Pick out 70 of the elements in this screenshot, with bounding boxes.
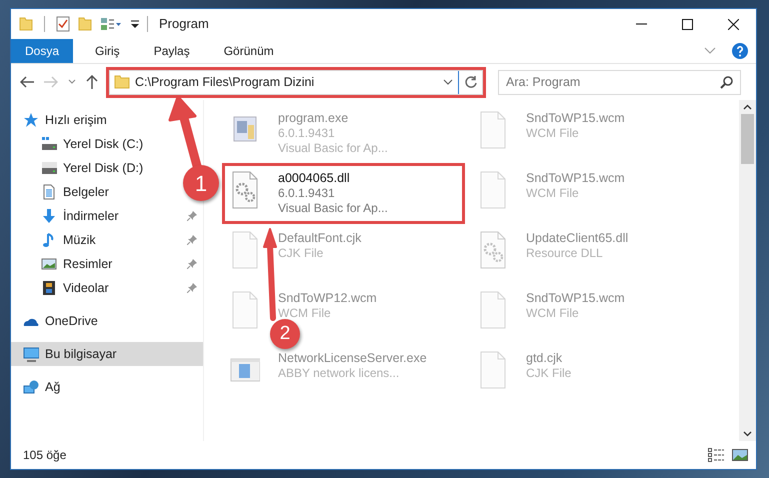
sidebar-item[interactable]: Videolar bbox=[11, 276, 203, 300]
gear-file-icon bbox=[230, 171, 260, 209]
sidebar-item[interactable]: Belgeler bbox=[11, 180, 115, 204]
file-detail: WCM File bbox=[526, 186, 580, 201]
sidebar-item[interactable]: Bu bilgisayar bbox=[11, 342, 203, 366]
monitor-icon bbox=[23, 346, 39, 362]
ribbon-tab[interactable]: Dosya bbox=[11, 39, 74, 63]
file-detail: CJK File bbox=[278, 246, 324, 261]
window-title: Program bbox=[159, 15, 209, 34]
file-detail: WCM File bbox=[278, 306, 332, 321]
help-icon[interactable] bbox=[732, 43, 748, 59]
file-detail: CJK File bbox=[526, 366, 572, 381]
search-field[interactable]: Ara: Program bbox=[498, 70, 741, 94]
customize-dropdown-icon[interactable] bbox=[130, 19, 140, 29]
sidebar-item[interactable]: Müzik bbox=[11, 228, 203, 252]
sidebar-item[interactable]: Yerel Disk (D:) bbox=[11, 156, 150, 180]
pin-icon[interactable] bbox=[187, 235, 197, 245]
pin-icon[interactable] bbox=[187, 283, 197, 293]
drive-icon bbox=[41, 136, 57, 152]
sidebar-item[interactable]: İndirmeler bbox=[11, 204, 203, 228]
sidebar-item[interactable]: Yerel Disk (C:) bbox=[11, 132, 150, 156]
sidebar-item[interactable]: OneDrive bbox=[11, 309, 104, 333]
ribbon-tab[interactable]: Giriş bbox=[83, 39, 132, 63]
sidebar-item[interactable]: Ağ bbox=[11, 375, 66, 399]
dropdown-icon[interactable] bbox=[443, 78, 453, 86]
minimize-icon bbox=[636, 23, 646, 25]
drive-icon bbox=[41, 160, 57, 176]
picture-icon bbox=[41, 256, 57, 272]
sidebar-item[interactable]: Resimler bbox=[11, 252, 203, 276]
pin-icon[interactable] bbox=[187, 211, 197, 221]
pin-icon[interactable] bbox=[187, 259, 197, 269]
maximize-icon bbox=[682, 18, 692, 30]
file-detail: Resource DLL bbox=[526, 246, 604, 261]
layout-icon[interactable] bbox=[100, 17, 122, 31]
file-icon bbox=[478, 351, 508, 389]
file-name[interactable]: a0004065.dll bbox=[278, 171, 388, 186]
file-detail: 6.0.1.9431 bbox=[278, 126, 336, 141]
file-icon bbox=[230, 231, 260, 269]
file-detail: Visual Basic for Ap... bbox=[278, 141, 388, 156]
scrollbar-thumb[interactable] bbox=[741, 114, 754, 164]
file-icon bbox=[230, 291, 260, 329]
file-icon bbox=[478, 171, 508, 209]
file-detail: WCM File bbox=[526, 306, 580, 321]
expand-ribbon-icon[interactable] bbox=[704, 47, 716, 55]
properties-icon[interactable] bbox=[56, 16, 70, 32]
document-icon bbox=[41, 184, 57, 200]
file-detail: ABBY network licens... bbox=[278, 366, 400, 381]
gear-file-icon bbox=[478, 231, 508, 269]
network-icon bbox=[23, 379, 39, 395]
address-path: C:\Program Files\Program Dizini bbox=[135, 74, 316, 91]
file-detail: WCM File bbox=[526, 126, 580, 141]
download-icon bbox=[41, 208, 57, 224]
thumbnail-view-icon[interactable] bbox=[732, 449, 748, 461]
sidebar-item[interactable]: Hızlı erişim bbox=[11, 108, 113, 132]
folder-icon bbox=[114, 74, 130, 90]
back-button[interactable] bbox=[17, 76, 37, 88]
star-icon bbox=[23, 112, 39, 128]
close-icon bbox=[728, 18, 738, 30]
search-icon bbox=[720, 76, 733, 88]
details-view-icon[interactable] bbox=[708, 448, 724, 462]
item-count: 105 öğe bbox=[23, 447, 66, 464]
file-icon bbox=[478, 291, 508, 329]
file-detail: Visual Basic for Ap... bbox=[278, 201, 388, 216]
ribbon-tab[interactable]: Görünüm bbox=[212, 39, 286, 63]
file-icon bbox=[478, 111, 508, 149]
refresh-icon[interactable] bbox=[464, 75, 478, 89]
ribbon-tab[interactable]: Paylaş bbox=[142, 39, 202, 63]
film-icon bbox=[41, 280, 57, 296]
scrollbar[interactable] bbox=[739, 100, 756, 441]
file-detail: 6.0.1.9431 bbox=[278, 186, 336, 201]
